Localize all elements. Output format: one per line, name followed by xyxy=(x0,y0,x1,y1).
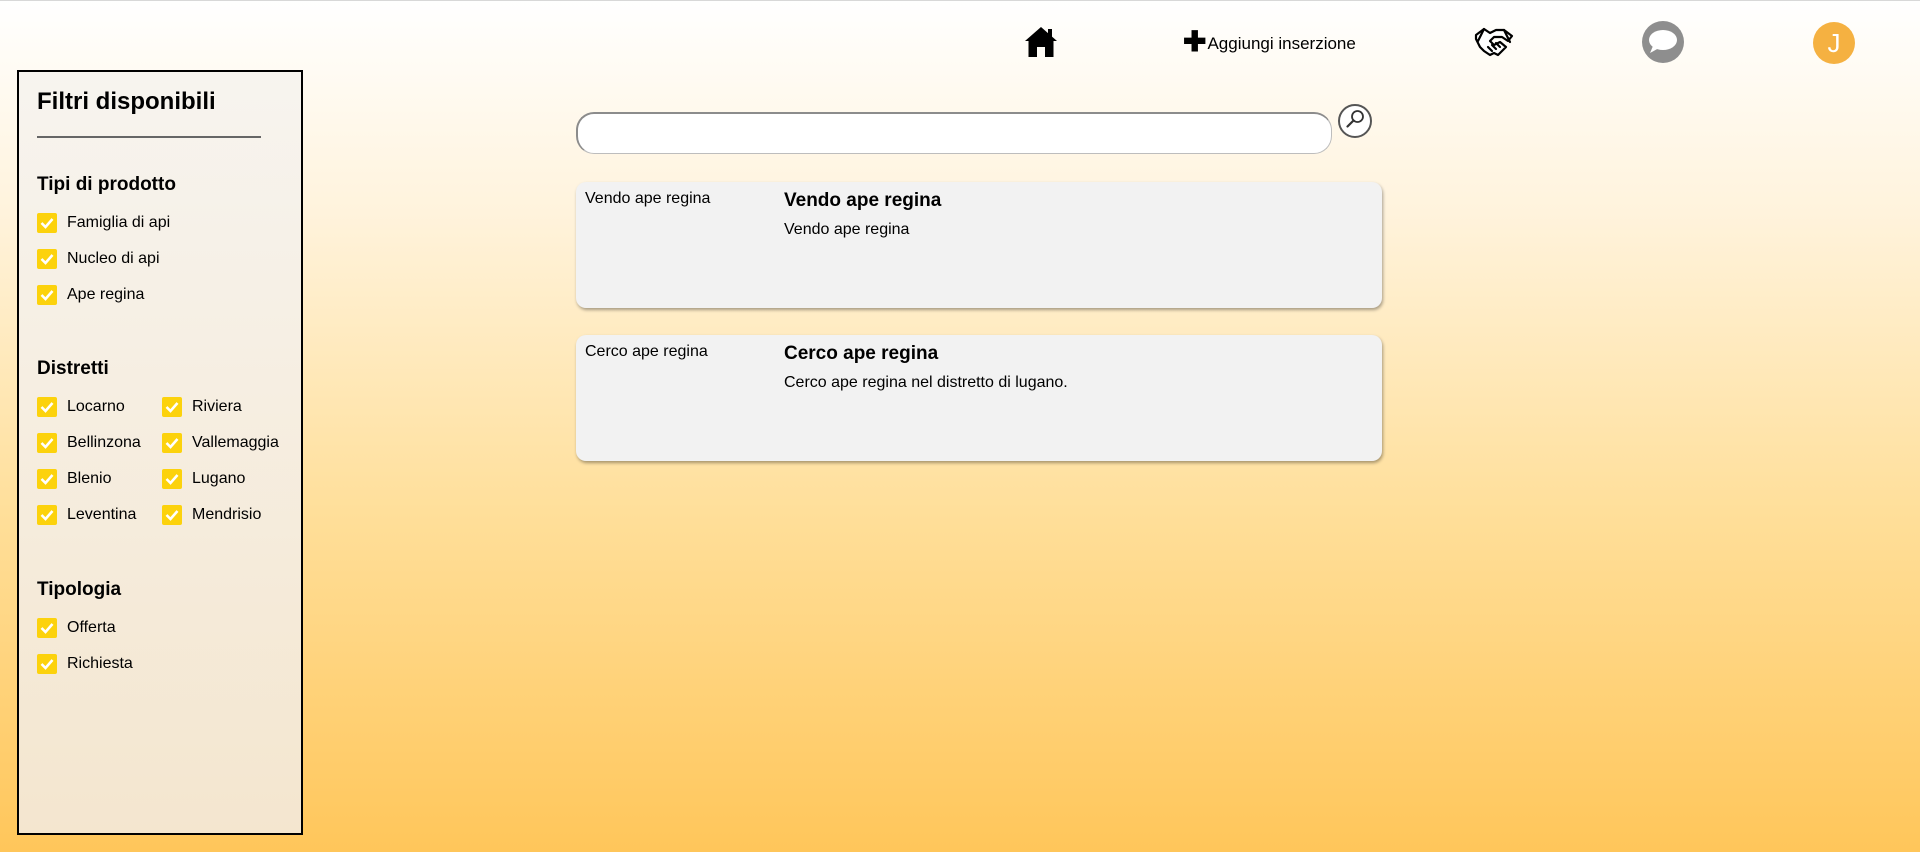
user-avatar[interactable]: J xyxy=(1813,22,1855,64)
filter-leventina[interactable]: Leventina xyxy=(37,504,136,526)
filter-vallemaggia[interactable]: Vallemaggia xyxy=(162,432,279,454)
filter-label: Mendrisio xyxy=(192,506,262,523)
checkbox-checked-icon[interactable] xyxy=(37,397,57,417)
filter-label: Ape regina xyxy=(67,286,145,303)
filter-nucleo-di-api[interactable]: Nucleo di api xyxy=(37,248,160,270)
filter-label: Nucleo di api xyxy=(67,250,160,267)
add-listing-label: Aggiungi inserzione xyxy=(1207,34,1356,53)
checkbox-checked-icon[interactable] xyxy=(37,618,57,638)
filter-ape-regina[interactable]: Ape regina xyxy=(37,284,144,306)
filter-bellinzona[interactable]: Bellinzona xyxy=(37,432,141,454)
sidebar-divider xyxy=(37,136,261,138)
checkbox-checked-icon[interactable] xyxy=(37,249,57,269)
home-icon xyxy=(1023,24,1059,65)
plus-icon: ✚ xyxy=(1183,26,1207,57)
checkbox-checked-icon[interactable] xyxy=(162,433,182,453)
filter-label: Riviera xyxy=(192,398,242,415)
filter-riviera[interactable]: Riviera xyxy=(162,396,242,418)
filter-mendrisio[interactable]: Mendrisio xyxy=(162,504,261,526)
deals-nav-link[interactable] xyxy=(1472,23,1516,65)
handshake-icon xyxy=(1474,25,1514,64)
filter-label: Vallemaggia xyxy=(192,434,279,451)
listing-description: Vendo ape regina xyxy=(784,221,910,238)
districts-title: Distretti xyxy=(37,358,109,379)
checkbox-checked-icon[interactable] xyxy=(162,469,182,489)
filter-label: Bellinzona xyxy=(67,434,141,451)
checkbox-checked-icon[interactable] xyxy=(37,213,57,233)
filter-blenio[interactable]: Blenio xyxy=(37,468,111,490)
listing-title[interactable]: Cerco ape regina xyxy=(784,343,938,365)
search-input[interactable] xyxy=(576,112,1332,154)
filter-label: Offerta xyxy=(67,619,116,636)
filter-label: Locarno xyxy=(67,398,125,415)
checkbox-checked-icon[interactable] xyxy=(37,505,57,525)
checkbox-checked-icon[interactable] xyxy=(37,285,57,305)
filter-label: Richiesta xyxy=(67,655,133,672)
filter-label: Lugano xyxy=(192,470,246,487)
home-nav-link[interactable] xyxy=(1020,23,1062,65)
filter-offerta[interactable]: Offerta xyxy=(37,617,116,639)
chat-bubble-icon xyxy=(1641,20,1685,69)
listing-image-alt: Vendo ape regina xyxy=(585,190,711,207)
avatar-initial: J xyxy=(1827,27,1841,58)
filter-richiesta[interactable]: Richiesta xyxy=(37,653,133,675)
filter-label: Blenio xyxy=(67,470,112,487)
listing-image-alt: Cerco ape regina xyxy=(585,343,708,360)
filter-lugano[interactable]: Lugano xyxy=(162,468,245,490)
type-title: Tipologia xyxy=(37,579,122,600)
product-types-title: Tipi di prodotto xyxy=(37,174,176,195)
checkbox-checked-icon[interactable] xyxy=(162,505,182,525)
sidebar-title: Filtri disponibili xyxy=(37,88,216,115)
checkbox-checked-icon[interactable] xyxy=(37,654,57,674)
filter-famiglia-di-api[interactable]: Famiglia di api xyxy=(37,212,170,234)
search-icon xyxy=(1344,108,1366,135)
listing-title[interactable]: Vendo ape regina xyxy=(784,190,941,212)
listing-card[interactable]: Cerco ape regina Cerco ape regina Cerco … xyxy=(576,335,1382,461)
filter-label: Famiglia di api xyxy=(67,214,171,231)
listing-card[interactable]: Vendo ape regina Vendo ape regina Vendo … xyxy=(576,182,1382,308)
add-listing-link[interactable]: ✚ Aggiungi inserzione xyxy=(1183,26,1356,59)
listing-description: Cerco ape regina nel distretto di lugano… xyxy=(784,374,1068,391)
filter-locarno[interactable]: Locarno xyxy=(37,396,125,418)
checkbox-checked-icon[interactable] xyxy=(37,469,57,489)
filter-label: Leventina xyxy=(67,506,137,523)
filters-sidebar: Filtri disponibili Tipi di prodotto Fami… xyxy=(17,70,303,835)
checkbox-checked-icon[interactable] xyxy=(162,397,182,417)
search-button[interactable] xyxy=(1338,104,1372,138)
checkbox-checked-icon[interactable] xyxy=(37,433,57,453)
messages-nav-link[interactable] xyxy=(1640,20,1686,69)
